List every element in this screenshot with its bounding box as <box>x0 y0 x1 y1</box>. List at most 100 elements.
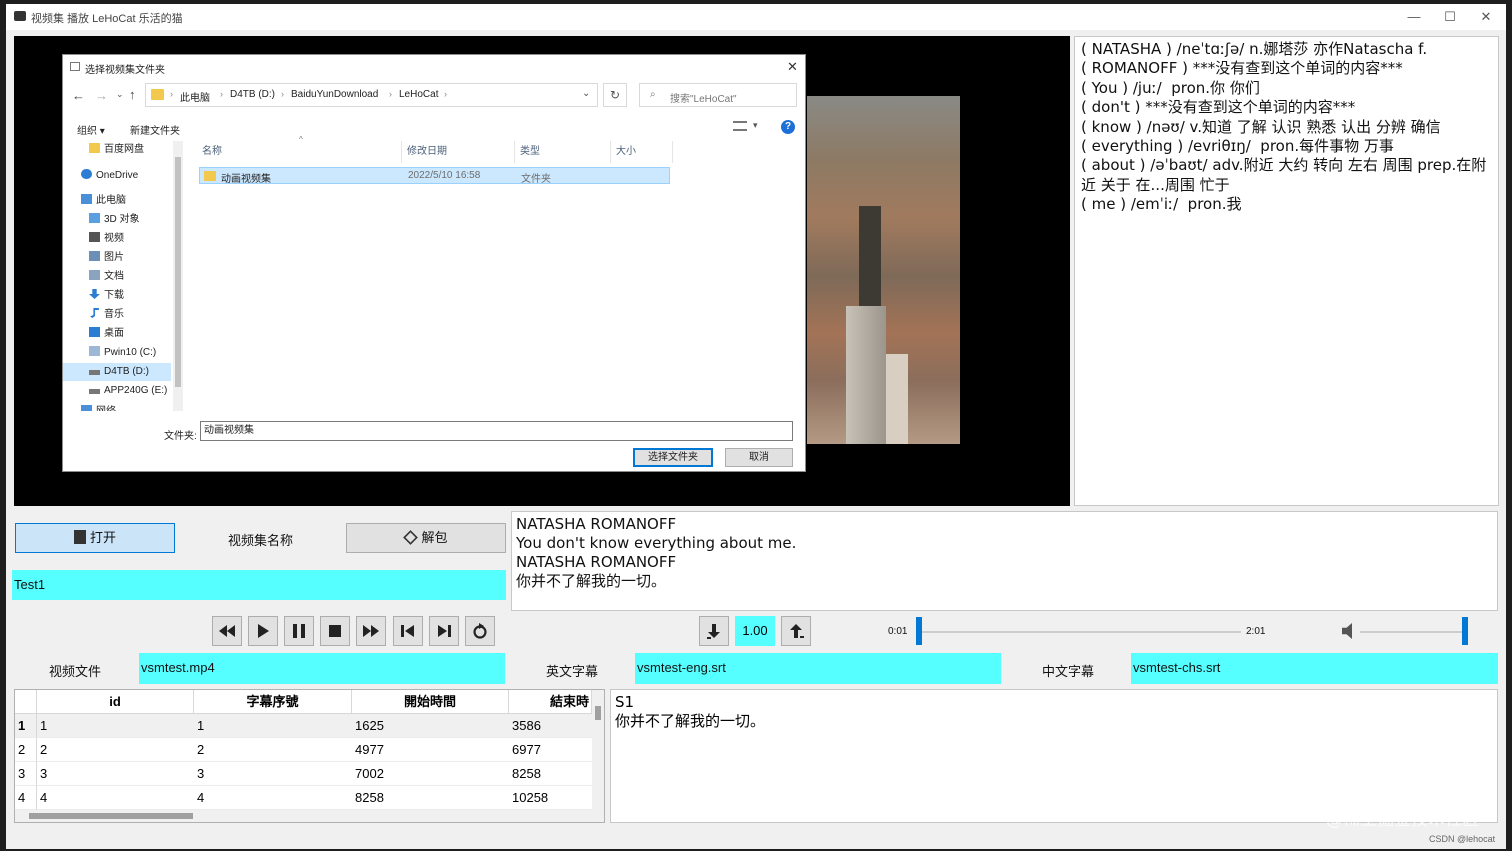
column-header-name[interactable]: 名称 <box>197 141 402 163</box>
nav-item-drive-d[interactable]: D4TB (D:) <box>63 363 171 381</box>
nav-item-music[interactable]: 音乐 <box>63 306 171 324</box>
unpack-button[interactable]: 解包 <box>346 523 506 553</box>
row-header[interactable]: 1 <box>15 714 37 738</box>
subtitle-table[interactable]: id 字幕序號 開始時間 結束時 1 1 1 1625 3586 2 2 2 4… <box>14 689 605 823</box>
close-button[interactable]: ✕ <box>1468 4 1504 30</box>
forward-arrow-icon[interactable]: → <box>95 88 108 103</box>
nav-item-videos[interactable]: 视频 <box>63 230 171 248</box>
table-cell[interactable]: 4 <box>194 786 352 810</box>
table-cell[interactable]: 7002 <box>352 762 509 786</box>
table-cell[interactable]: 2 <box>194 738 352 762</box>
column-header-size[interactable]: 大小 <box>611 141 673 163</box>
volume-handle[interactable] <box>1462 617 1468 645</box>
nav-item-this-pc[interactable]: 此电脑 <box>63 192 171 210</box>
table-cell[interactable]: 8258 <box>352 786 509 810</box>
view-options-icon[interactable] <box>733 121 747 131</box>
progress-handle[interactable] <box>916 617 922 645</box>
nav-item-network[interactable]: 网络 <box>63 403 171 411</box>
video-file-label: 视频文件 <box>49 664 102 679</box>
column-header-seq[interactable]: 字幕序號 <box>194 690 352 714</box>
view-dropdown-icon[interactable]: ▾ <box>753 120 758 131</box>
rewind-button[interactable] <box>212 616 242 646</box>
video-icon <box>89 232 100 242</box>
table-cell[interactable]: 1 <box>37 714 194 738</box>
table-cell[interactable]: 10258 <box>509 786 592 810</box>
table-cell[interactable]: 3586 <box>509 714 592 738</box>
cancel-button[interactable]: 取消 <box>725 448 793 467</box>
nav-item-downloads[interactable]: 下载 <box>63 287 171 305</box>
table-cell[interactable]: 2 <box>37 738 194 762</box>
select-folder-button[interactable]: 选择文件夹 <box>633 448 713 467</box>
address-bar[interactable]: › 此电脑 › D4TB (D:) › BaiduYunDownload › L… <box>145 83 598 107</box>
minimize-button[interactable]: — <box>1396 4 1432 30</box>
eng-sub-field[interactable]: vsmtest-eng.srt <box>635 653 1001 684</box>
nav-item-pictures[interactable]: 图片 <box>63 249 171 267</box>
new-folder-button[interactable]: 新建文件夹 <box>130 122 180 137</box>
nav-item-drive-c[interactable]: Pwin10 (C:) <box>63 344 171 362</box>
chs-sub-field[interactable]: vsmtest-chs.srt <box>1131 653 1498 684</box>
nav-item-desktop[interactable]: 桌面 <box>63 325 171 343</box>
back-arrow-icon[interactable]: ← <box>72 88 85 103</box>
table-cell[interactable]: 4 <box>37 786 194 810</box>
app-icon <box>14 11 26 21</box>
pause-button[interactable] <box>284 616 314 646</box>
nav-item-baidu[interactable]: 百度网盘 <box>63 141 171 159</box>
column-header-type[interactable]: 类型 <box>515 141 611 163</box>
video-file-field[interactable]: vsmtest.mp4 <box>139 653 505 684</box>
open-button[interactable]: 打开 <box>15 523 175 553</box>
collection-name-field[interactable]: Test1 <box>12 570 506 600</box>
play-button[interactable] <box>248 616 278 646</box>
folder-input[interactable]: 动画视频集 <box>200 421 793 441</box>
address-dropdown-icon[interactable]: ⌄ <box>582 88 590 99</box>
table-cell[interactable]: 3 <box>37 762 194 786</box>
speed-down-button[interactable] <box>699 616 729 646</box>
recent-chevron-icon[interactable]: ⌄ <box>116 89 124 100</box>
horizontal-scroll-thumb[interactable] <box>29 813 193 819</box>
speed-up-button[interactable] <box>781 616 811 646</box>
repeat-button[interactable] <box>465 616 495 646</box>
prev-subtitle-button[interactable] <box>393 616 423 646</box>
nav-scroll-thumb[interactable] <box>175 157 181 387</box>
stop-button[interactable] <box>320 616 350 646</box>
search-box[interactable]: ⌕ 搜索"LeHoCat" <box>639 83 797 107</box>
column-header-end[interactable]: 結束時 <box>509 690 592 714</box>
refresh-button[interactable]: ↻ <box>603 83 627 107</box>
next-subtitle-button[interactable] <box>429 616 459 646</box>
nav-item-onedrive[interactable]: OneDrive <box>63 167 171 185</box>
table-cell[interactable]: 1625 <box>352 714 509 738</box>
nav-item-documents[interactable]: 文档 <box>63 268 171 286</box>
table-cell[interactable]: 8258 <box>509 762 592 786</box>
horizontal-scrollbar[interactable] <box>15 810 604 822</box>
dictionary-line: ( NATASHA ) /neˈtɑːʃə/ n.娜塔莎 亦作Natascha … <box>1081 40 1428 58</box>
nav-item-drive-e[interactable]: APP240G (E:) <box>63 382 171 400</box>
dialog-close-button[interactable]: ✕ <box>787 59 798 75</box>
maximize-button[interactable]: ☐ <box>1432 4 1468 30</box>
subtitle-display[interactable]: NATASHA ROMANOFF You don't know everythi… <box>511 511 1498 611</box>
column-header-date[interactable]: 修改日期 <box>402 141 515 163</box>
breadcrumb-item[interactable]: LeHoCat <box>399 89 438 100</box>
fast-forward-button[interactable] <box>356 616 386 646</box>
row-header[interactable]: 4 <box>15 786 37 810</box>
nav-scrollbar[interactable] <box>173 141 183 411</box>
help-icon[interactable]: ? <box>781 120 795 134</box>
skip-back-icon <box>401 625 414 637</box>
vertical-scrollbar[interactable] <box>592 690 604 810</box>
table-cell[interactable]: 1 <box>194 714 352 738</box>
table-cell[interactable]: 4977 <box>352 738 509 762</box>
vertical-scroll-thumb[interactable] <box>595 706 601 720</box>
organize-menu[interactable]: 组织 ▾ <box>77 122 105 137</box>
row-header[interactable]: 3 <box>15 762 37 786</box>
breadcrumb-item[interactable]: BaiduYunDownload <box>291 89 378 100</box>
breadcrumb-item[interactable]: 此电脑 <box>180 89 210 104</box>
table-cell[interactable]: 6977 <box>509 738 592 762</box>
subtitle-detail-box[interactable]: S1 你并不了解我的一切。 <box>610 689 1498 823</box>
file-row-selected[interactable]: 动画视频集 2022/5/10 16:58 文件夹 <box>199 167 670 185</box>
nav-item-3d[interactable]: 3D 对象 <box>63 211 171 229</box>
dictionary-panel[interactable]: ( NATASHA ) /neˈtɑːʃə/ n.娜塔莎 亦作Natascha … <box>1074 36 1499 506</box>
column-header-id[interactable]: id <box>37 690 194 714</box>
column-header-start[interactable]: 開始時間 <box>352 690 509 714</box>
breadcrumb-item[interactable]: D4TB (D:) <box>230 89 275 100</box>
up-arrow-icon[interactable]: ↑ <box>129 87 136 102</box>
row-header[interactable]: 2 <box>15 738 37 762</box>
table-cell[interactable]: 3 <box>194 762 352 786</box>
